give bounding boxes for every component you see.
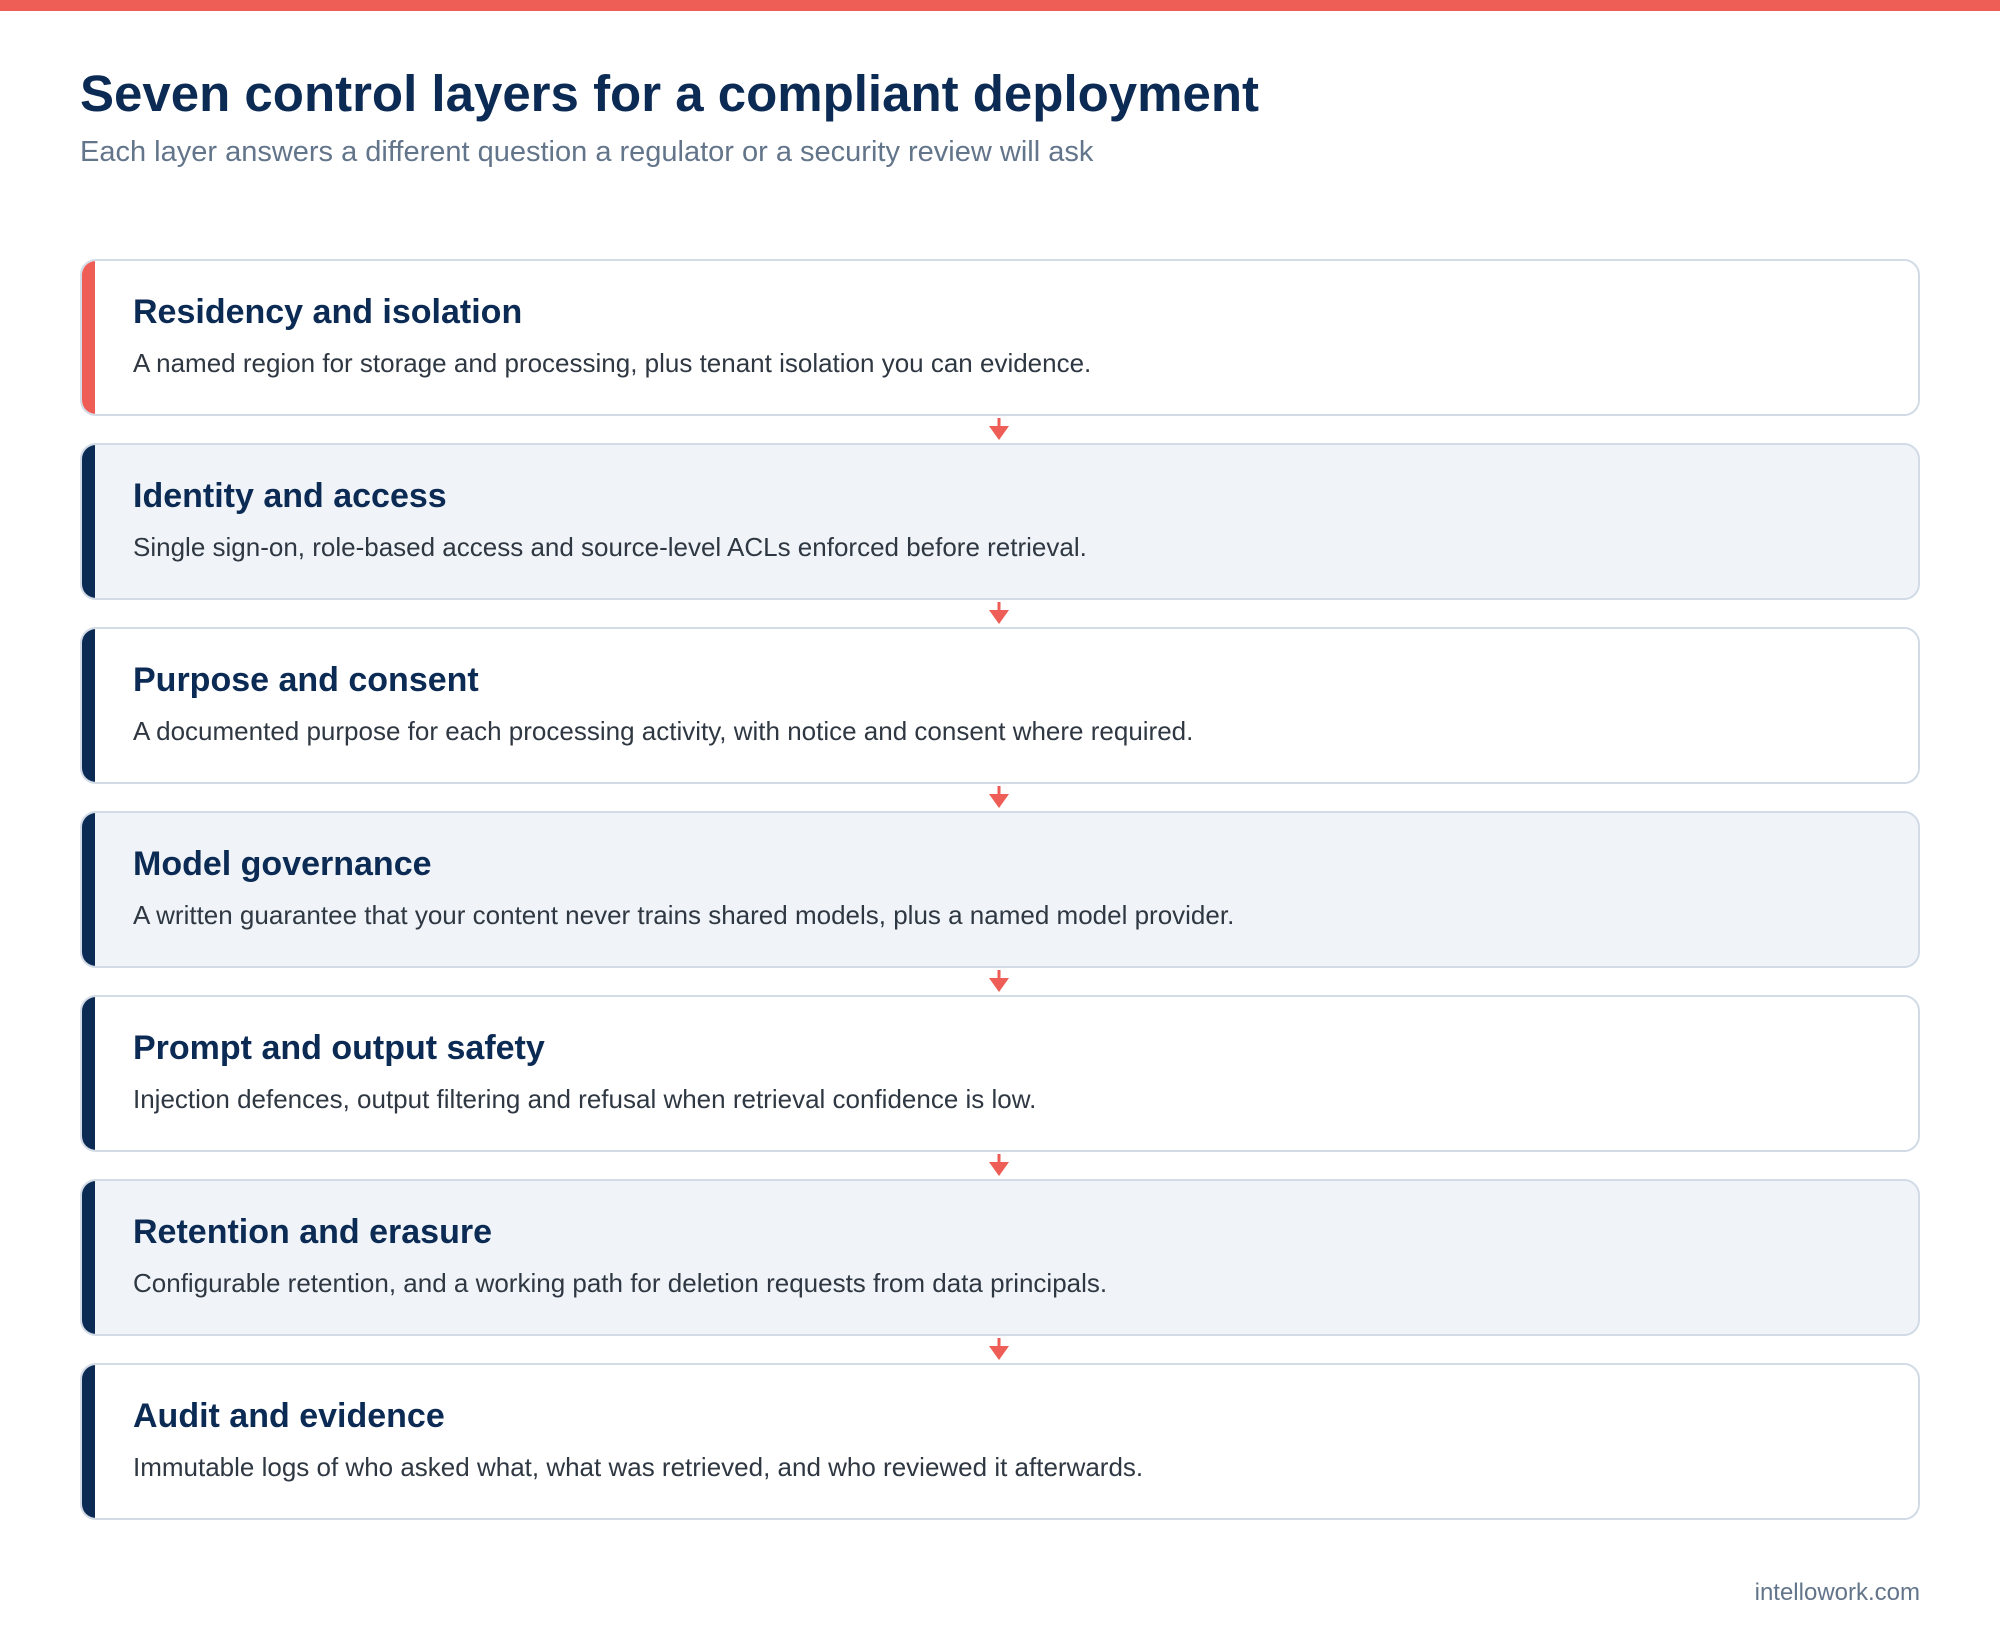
layer-connector [80,416,1920,443]
layer-card-retention-erasure: Retention and erasure Configurable reten… [80,1179,1920,1336]
layer-title: Identity and access [133,477,447,515]
arrow-down-icon [989,1154,1009,1176]
arrow-down-icon [989,1338,1009,1360]
footer-brand: intellowork.com [1754,1579,1920,1606]
layer-title: Purpose and consent [133,661,479,699]
layer-description: Single sign-on, role-based access and so… [133,532,1087,562]
layer-connector [80,1336,1920,1363]
layer-accent-bar [82,997,95,1150]
layer-description: A written guarantee that your content ne… [133,900,1235,930]
layer-accent-bar [82,813,95,966]
layer-accent-bar [82,1181,95,1334]
layer-connector [80,784,1920,811]
page-title: Seven control layers for a compliant dep… [80,65,1259,122]
layer-title: Residency and isolation [133,293,523,331]
layer-accent-bar [82,261,95,414]
layer-accent-bar [82,445,95,598]
layer-description: Immutable logs of who asked what, what w… [133,1452,1144,1482]
page-subtitle: Each layer answers a different question … [80,136,1094,168]
layer-title: Audit and evidence [133,1397,445,1435]
arrow-down-icon [989,418,1009,440]
layer-description: Injection defences, output filtering and… [133,1084,1037,1114]
layer-description: A named region for storage and processin… [133,348,1092,378]
layer-description: A documented purpose for each processing… [133,716,1194,746]
layer-card-residency-isolation: Residency and isolation A named region f… [80,259,1920,416]
layer-connector [80,600,1920,627]
layer-connector [80,968,1920,995]
layer-description: Configurable retention, and a working pa… [133,1268,1108,1298]
arrow-down-icon [989,970,1009,992]
layer-accent-bar [82,629,95,782]
layer-card-model-governance: Model governance A written guarantee tha… [80,811,1920,968]
layer-stack: Residency and isolation A named region f… [80,259,1920,1520]
layer-title: Retention and erasure [133,1213,492,1251]
layer-card-prompt-output-safety: Prompt and output safety Injection defen… [80,995,1920,1152]
header: Seven control layers for a compliant dep… [80,62,1920,170]
layer-title: Prompt and output safety [133,1029,545,1067]
layer-card-identity-access: Identity and access Single sign-on, role… [80,443,1920,600]
layer-title: Model governance [133,845,432,883]
layer-accent-bar [82,1365,95,1518]
arrow-down-icon [989,602,1009,624]
arrow-down-icon [989,786,1009,808]
layer-connector [80,1152,1920,1179]
layer-card-purpose-consent: Purpose and consent A documented purpose… [80,627,1920,784]
layer-card-audit-evidence: Audit and evidence Immutable logs of who… [80,1363,1920,1520]
top-accent-bar [0,0,2000,11]
